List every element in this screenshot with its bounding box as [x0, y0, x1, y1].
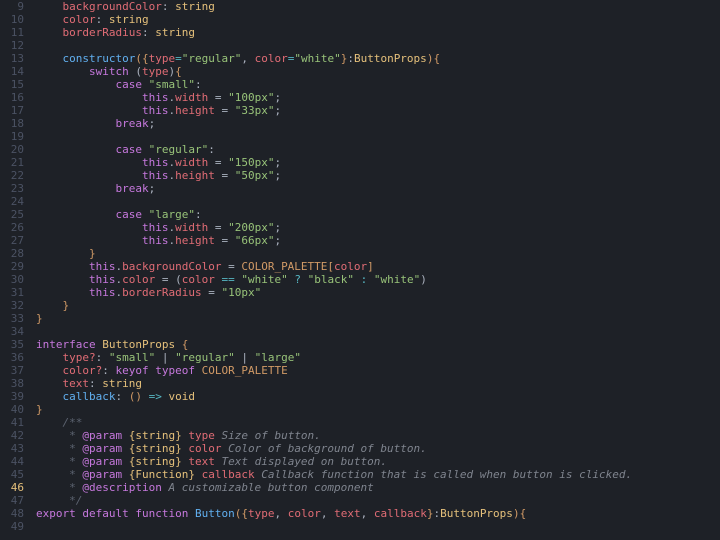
line-number: 34 [0, 325, 24, 338]
code-line[interactable]: callback: () => void [36, 390, 720, 403]
line-number: 42 [0, 429, 24, 442]
code-line[interactable]: * @param {string} type Size of button. [36, 429, 720, 442]
code-line[interactable] [36, 520, 720, 533]
line-number: 30 [0, 273, 24, 286]
code-line[interactable]: color: string [36, 13, 720, 26]
code-line[interactable]: case "large": [36, 208, 720, 221]
code-line[interactable]: this.width = "100px"; [36, 91, 720, 104]
code-line[interactable]: color?: keyof typeof COLOR_PALETTE [36, 364, 720, 377]
line-number: 31 [0, 286, 24, 299]
code-line[interactable]: this.backgroundColor = COLOR_PALETTE[col… [36, 260, 720, 273]
code-line[interactable]: * @param {Function} callback Callback fu… [36, 468, 720, 481]
line-number: 20 [0, 143, 24, 156]
code-line[interactable] [36, 325, 720, 338]
line-number: 47 [0, 494, 24, 507]
line-number: 36 [0, 351, 24, 364]
code-line[interactable]: type?: "small" | "regular" | "large" [36, 351, 720, 364]
code-line[interactable]: backgroundColor: string [36, 0, 720, 13]
line-number: 11 [0, 26, 24, 39]
code-line[interactable]: constructor({type="regular", color="whit… [36, 52, 720, 65]
line-number: 29 [0, 260, 24, 273]
line-number: 49 [0, 520, 24, 533]
line-number: 35 [0, 338, 24, 351]
line-number: 32 [0, 299, 24, 312]
code-line[interactable]: export default function Button({type, co… [36, 507, 720, 520]
line-number: 14 [0, 65, 24, 78]
code-editor[interactable]: 9101112131415161718192021222324252627282… [0, 0, 720, 540]
code-line[interactable] [36, 130, 720, 143]
code-line[interactable]: * @param {string} text Text displayed on… [36, 455, 720, 468]
code-line[interactable]: this.height = "33px"; [36, 104, 720, 117]
line-number: 27 [0, 234, 24, 247]
code-line[interactable]: text: string [36, 377, 720, 390]
code-line[interactable]: this.color = (color == "white" ? "black"… [36, 273, 720, 286]
line-number: 18 [0, 117, 24, 130]
line-number: 21 [0, 156, 24, 169]
code-line[interactable]: case "small": [36, 78, 720, 91]
code-line[interactable]: this.height = "50px"; [36, 169, 720, 182]
line-number: 10 [0, 13, 24, 26]
code-line[interactable] [36, 39, 720, 52]
line-number: 48 [0, 507, 24, 520]
line-number: 39 [0, 390, 24, 403]
code-line[interactable] [36, 195, 720, 208]
line-number-gutter: 9101112131415161718192021222324252627282… [0, 0, 36, 540]
code-line[interactable]: break; [36, 182, 720, 195]
code-line[interactable]: /** [36, 416, 720, 429]
line-number: 19 [0, 130, 24, 143]
code-line[interactable]: * @description A customizable button com… [36, 481, 720, 494]
line-number: 33 [0, 312, 24, 325]
code-line[interactable]: this.height = "66px"; [36, 234, 720, 247]
line-number: 13 [0, 52, 24, 65]
line-number: 16 [0, 91, 24, 104]
code-line[interactable]: break; [36, 117, 720, 130]
line-number: 9 [0, 0, 24, 13]
line-number: 41 [0, 416, 24, 429]
code-line[interactable]: switch (type){ [36, 65, 720, 78]
line-number: 45 [0, 468, 24, 481]
line-number: 38 [0, 377, 24, 390]
line-number: 25 [0, 208, 24, 221]
line-number: 23 [0, 182, 24, 195]
line-number: 24 [0, 195, 24, 208]
line-number: 22 [0, 169, 24, 182]
code-line[interactable]: borderRadius: string [36, 26, 720, 39]
line-number: 12 [0, 39, 24, 52]
line-number: 17 [0, 104, 24, 117]
line-number: 40 [0, 403, 24, 416]
code-line[interactable]: } [36, 247, 720, 260]
code-line[interactable]: case "regular": [36, 143, 720, 156]
line-number: 43 [0, 442, 24, 455]
code-line[interactable]: } [36, 299, 720, 312]
line-number: 15 [0, 78, 24, 91]
line-number: 26 [0, 221, 24, 234]
code-line[interactable]: */ [36, 494, 720, 507]
code-line[interactable]: this.borderRadius = "10px" [36, 286, 720, 299]
line-number: 37 [0, 364, 24, 377]
code-area[interactable]: backgroundColor: string color: string bo… [36, 0, 720, 540]
code-line[interactable]: * @param {string} color Color of backgro… [36, 442, 720, 455]
code-line[interactable]: this.width = "150px"; [36, 156, 720, 169]
line-number: 46 [0, 481, 24, 494]
code-line[interactable]: interface ButtonProps { [36, 338, 720, 351]
line-number: 44 [0, 455, 24, 468]
code-line[interactable]: this.width = "200px"; [36, 221, 720, 234]
code-line[interactable]: } [36, 403, 720, 416]
code-line[interactable]: } [36, 312, 720, 325]
line-number: 28 [0, 247, 24, 260]
